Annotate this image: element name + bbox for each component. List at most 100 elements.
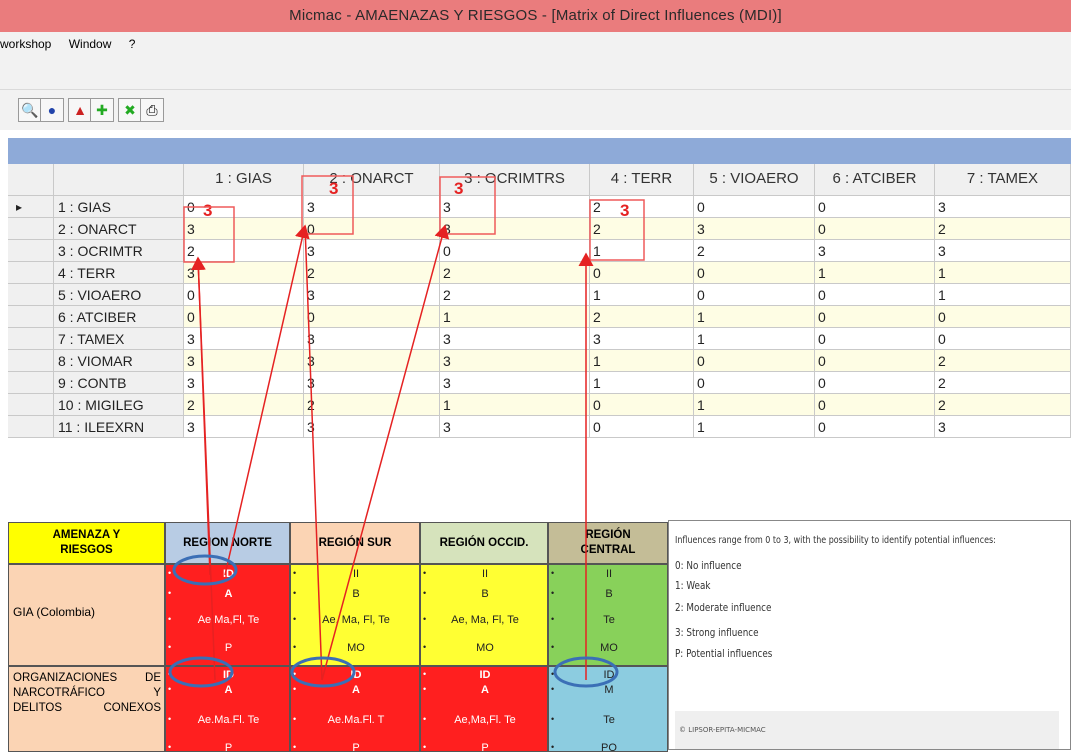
row-selector[interactable] — [8, 218, 54, 240]
import-icon[interactable]: ● — [40, 98, 64, 122]
matrix-cell[interactable]: 3 — [440, 416, 590, 438]
matrix-cell[interactable]: 0 — [815, 218, 935, 240]
matrix-cell[interactable]: 2 — [590, 218, 694, 240]
row-selector[interactable] — [8, 350, 54, 372]
column-header[interactable]: 2 : ONARCT — [304, 164, 440, 196]
matrix-cell[interactable]: 1 — [590, 350, 694, 372]
matrix-cell[interactable]: 3 — [304, 284, 440, 306]
row-header[interactable]: 2 : ONARCT — [54, 218, 184, 240]
matrix-cell[interactable]: 1 — [694, 416, 815, 438]
row-header[interactable]: 6 : ATCIBER — [54, 306, 184, 328]
matrix-cell[interactable]: 1 — [590, 284, 694, 306]
matrix-cell[interactable]: 0 — [815, 416, 935, 438]
print-icon[interactable]: ⎙ — [140, 98, 164, 122]
matrix-cell[interactable]: 2 — [590, 306, 694, 328]
matrix-cell[interactable]: 0 — [694, 196, 815, 218]
column-header[interactable]: 5 : VIOAERO — [694, 164, 815, 196]
row-selector[interactable] — [8, 284, 54, 306]
matrix-cell[interactable]: 1 — [815, 262, 935, 284]
matrix-cell[interactable]: 3 — [304, 350, 440, 372]
matrix-cell[interactable]: 1 — [440, 306, 590, 328]
matrix-cell[interactable]: 0 — [304, 306, 440, 328]
matrix-cell[interactable]: 3 — [935, 196, 1071, 218]
row-selector[interactable] — [8, 240, 54, 262]
matrix-cell[interactable]: 3 — [440, 196, 590, 218]
matrix-cell[interactable]: 0 — [440, 240, 590, 262]
matrix-cell[interactable]: 0 — [815, 350, 935, 372]
matrix-cell[interactable]: 2 — [694, 240, 815, 262]
row-header[interactable]: 5 : VIOAERO — [54, 284, 184, 306]
matrix-cell[interactable]: 2 — [304, 262, 440, 284]
row-header[interactable]: 1 : GIAS — [54, 196, 184, 218]
matrix-cell[interactable]: 0 — [694, 372, 815, 394]
matrix-cell[interactable]: 0 — [815, 328, 935, 350]
matrix-cell[interactable]: 0 — [694, 262, 815, 284]
matrix-cell[interactable]: 2 — [440, 284, 590, 306]
matrix-cell[interactable]: 2 — [590, 196, 694, 218]
matrix-cell[interactable]: 0 — [184, 196, 304, 218]
matrix-cell[interactable]: 0 — [935, 306, 1071, 328]
row-selector[interactable] — [8, 372, 54, 394]
matrix-cell[interactable]: 0 — [935, 328, 1071, 350]
matrix-cell[interactable]: 3 — [440, 218, 590, 240]
matrix-cell[interactable]: 0 — [815, 394, 935, 416]
matrix-cell[interactable]: 3 — [184, 416, 304, 438]
matrix-cell[interactable]: 1 — [440, 394, 590, 416]
row-header[interactable]: 11 : ILEEXRN — [54, 416, 184, 438]
matrix-cell[interactable]: 2 — [440, 262, 590, 284]
matrix-cell[interactable]: 0 — [815, 372, 935, 394]
matrix-cell[interactable]: 2 — [935, 372, 1071, 394]
matrix-cell[interactable]: 2 — [935, 394, 1071, 416]
row-header[interactable]: 10 : MIGILEG — [54, 394, 184, 416]
matrix-cell[interactable]: 3 — [694, 218, 815, 240]
matrix-cell[interactable]: 2 — [935, 218, 1071, 240]
column-header[interactable]: 6 : ATCIBER — [815, 164, 935, 196]
matrix-cell[interactable]: 3 — [304, 240, 440, 262]
menu-workshop[interactable]: workshop — [0, 32, 51, 56]
row-selector[interactable] — [8, 306, 54, 328]
matrix-cell[interactable]: 0 — [815, 196, 935, 218]
matrix-cell[interactable]: 0 — [590, 416, 694, 438]
matrix-cell[interactable]: 1 — [590, 240, 694, 262]
menu-help[interactable]: ? — [129, 32, 136, 56]
matrix-cell[interactable]: 2 — [935, 350, 1071, 372]
matrix-cell[interactable]: 0 — [184, 306, 304, 328]
row-selector[interactable] — [8, 394, 54, 416]
matrix-cell[interactable]: 2 — [184, 394, 304, 416]
matrix-cell[interactable]: 0 — [694, 350, 815, 372]
matrix-cell[interactable]: 3 — [815, 240, 935, 262]
matrix-cell[interactable]: 3 — [935, 240, 1071, 262]
matrix-cell[interactable]: 3 — [590, 328, 694, 350]
matrix-cell[interactable]: 3 — [304, 196, 440, 218]
printer-preview-icon[interactable]: 🔍 — [18, 98, 42, 122]
matrix-cell[interactable]: 0 — [184, 284, 304, 306]
matrix-cell[interactable]: 3 — [440, 328, 590, 350]
matrix-cell[interactable]: 3 — [304, 416, 440, 438]
row-header[interactable]: 7 : TAMEX — [54, 328, 184, 350]
matrix-cell[interactable]: 2 — [184, 240, 304, 262]
matrix-cell[interactable]: 3 — [935, 416, 1071, 438]
row-header[interactable]: 9 : CONTB — [54, 372, 184, 394]
matrix-cell[interactable]: 3 — [184, 372, 304, 394]
matrix-cell[interactable]: 3 — [440, 350, 590, 372]
matrix-cell[interactable]: 3 — [184, 218, 304, 240]
matrix-cell[interactable]: 0 — [304, 218, 440, 240]
row-header[interactable]: 3 : OCRIMTR — [54, 240, 184, 262]
row-header[interactable]: 8 : VIOMAR — [54, 350, 184, 372]
matrix-cell[interactable]: 0 — [815, 306, 935, 328]
matrix-cell[interactable]: 0 — [590, 262, 694, 284]
add-green-icon[interactable]: ✚ — [90, 98, 114, 122]
matrix-cell[interactable]: 3 — [184, 262, 304, 284]
export-icon[interactable]: ▲ — [68, 98, 92, 122]
matrix-cell[interactable]: 3 — [184, 350, 304, 372]
column-header[interactable]: 7 : TAMEX — [935, 164, 1071, 196]
matrix-cell[interactable]: 1 — [590, 372, 694, 394]
matrix-cell[interactable]: 2 — [304, 394, 440, 416]
matrix-cell[interactable]: 1 — [694, 328, 815, 350]
matrix-cell[interactable]: 0 — [590, 394, 694, 416]
matrix-cell[interactable]: 0 — [694, 284, 815, 306]
matrix-cell[interactable]: 0 — [815, 284, 935, 306]
matrix-cell[interactable]: 1 — [694, 306, 815, 328]
row-selector[interactable] — [8, 416, 54, 438]
row-header[interactable]: 4 : TERR — [54, 262, 184, 284]
